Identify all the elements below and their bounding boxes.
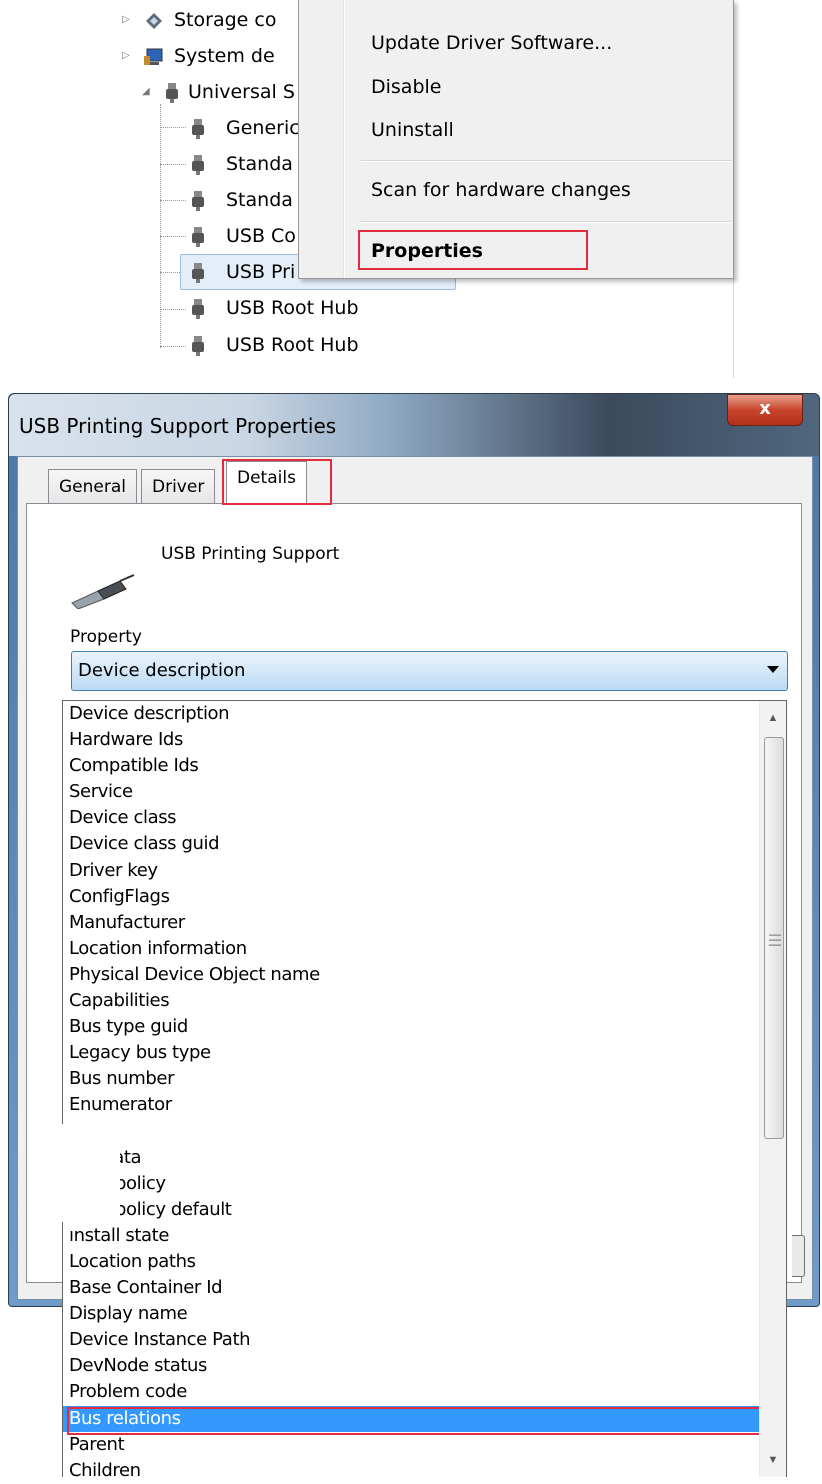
tree-connector [160,309,186,310]
dropdown-item[interactable]: ıoval policy default [63,1197,759,1223]
dropdown-item[interactable]: ConfigFlags [63,884,759,910]
device-manager-tree: ▷ Storage co ▷ System de ◢ Universal S G… [0,0,822,378]
ok-button-partial[interactable] [792,1235,805,1277]
dropdown-item[interactable]: Children [63,1458,759,1484]
usb-controller-icon [166,83,178,103]
device-name: USB Printing Support [161,544,340,564]
dropdown-arrow-icon[interactable] [767,666,779,673]
usb-device-icon [192,227,204,247]
tree-connector [160,127,186,128]
dropdown-item[interactable]: Legacy bus type [63,1040,759,1066]
dropdown-item[interactable]: DevNode status [63,1353,759,1379]
menu-icon-gutter [343,0,345,278]
collapse-arrow-icon[interactable]: ◢ [142,87,152,97]
dropdown-scrollbar[interactable]: ▲ — — — ▼ [759,701,786,1477]
system-devices-icon [144,48,163,65]
close-button[interactable]: x [727,394,803,426]
menu-separator [361,160,731,162]
tree-connector [160,200,186,201]
dropdown-item[interactable]: Device class [63,805,759,831]
dropdown-item[interactable]: Problem code [63,1379,759,1405]
tab-driver[interactable]: Driver [141,469,216,503]
tree-item-label: USB Pri [226,261,296,283]
highlight-box-bus-relations [67,1407,767,1435]
usb-device-icon [192,155,204,175]
usb-device-icon [192,299,204,319]
tree-item-label: USB Co [226,225,296,247]
dropdown-item[interactable]: Service [63,779,759,805]
dropdown-item[interactable]: Enumerator [63,1092,759,1118]
dropdown-item[interactable]: Driver key [63,858,759,884]
tree-connector [160,104,161,348]
dropdown-item[interactable]: Device Instance Path [63,1327,759,1353]
dropdown-item[interactable]: ınstall state [63,1223,759,1249]
dropdown-items: Device description Hardware Ids Compatible… [63,701,759,1484]
tree-item-label: Storage co [174,9,277,31]
property-dropdown[interactable]: Device description [71,651,788,691]
highlight-box-properties [358,230,588,270]
highlight-box-details-tab [222,459,332,505]
usb-device-icon [192,263,204,283]
dropdown-item[interactable]: Parent [63,1432,759,1458]
expand-arrow-icon[interactable]: ▷ [122,15,132,25]
dropdown-item[interactable]: Location paths [63,1249,759,1275]
tree-connector [160,346,186,347]
context-menu: Update Driver Software... Disable Uninst… [298,0,734,279]
storage-controller-icon [146,13,162,29]
grip-icon: — — — [769,927,781,951]
tree-item-label: Standa [226,153,293,175]
tree-item-label: Universal S [188,81,295,103]
property-dropdown-list[interactable]: Device description Hardware Ids Compatible… [62,700,787,1481]
tab-general[interactable]: General [48,469,137,503]
close-icon: x [759,398,771,419]
dropdown-item[interactable]: Display name [63,1301,759,1327]
dropdown-item[interactable]: Physical Device Object name [63,962,759,988]
dropdown-item[interactable]: ıoval policy [63,1171,759,1197]
dropdown-item[interactable]: Bus number [63,1066,759,1092]
dropdown-item[interactable]: Manufacturer [63,910,759,936]
scroll-up-arrow-icon[interactable]: ▲ [760,701,786,731]
dropdown-item[interactable]: Capabilities [63,988,759,1014]
dropdown-item[interactable]: ver data [63,1145,759,1171]
dropdown-item[interactable]: Bus type guid [63,1014,759,1040]
property-dropdown-value: Device description [78,660,246,681]
usb-device-icon [192,336,204,356]
menu-separator [361,221,731,223]
tree-connector [160,236,186,237]
dropdown-item[interactable]: Compatible Ids [63,753,759,779]
occluding-overlay [40,1124,120,1222]
tree-item-label: System de [174,45,275,67]
usb-device-icon [192,191,204,211]
dropdown-item[interactable]: Device description [63,701,759,727]
menu-item-scan-hardware[interactable]: Scan for hardware changes [371,179,631,201]
expand-arrow-icon[interactable]: ▷ [122,51,132,61]
dialog-title: USB Printing Support Properties [19,414,337,438]
dropdown-item[interactable]: ress [63,1119,759,1145]
scroll-down-arrow-icon[interactable]: ▼ [760,1447,786,1477]
dropdown-item[interactable]: Hardware Ids [63,727,759,753]
property-label: Property [70,627,142,647]
usb-plug-icon [71,574,135,609]
dropdown-item[interactable]: Location information [63,936,759,962]
tree-connector [160,164,186,165]
scrollbar-thumb[interactable]: — — — [764,737,784,1139]
tree-item-label: Standa [226,189,293,211]
title-bar[interactable]: USB Printing Support Properties x [9,394,819,456]
dropdown-item[interactable]: Device class guid [63,831,759,857]
dropdown-item[interactable]: Base Container Id [63,1275,759,1301]
menu-item-disable[interactable]: Disable [371,76,441,98]
menu-item-update-driver[interactable]: Update Driver Software... [371,32,612,54]
tree-item-label: USB Root Hub [226,334,359,356]
menu-item-uninstall[interactable]: Uninstall [371,119,454,141]
tree-item-label: USB Root Hub [226,297,359,319]
usb-device-icon [192,119,204,139]
tree-item-label: Generic [226,117,300,139]
